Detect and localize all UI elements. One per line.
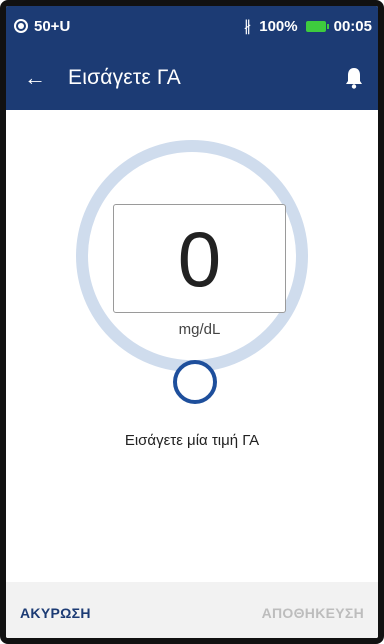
battery-icon (305, 20, 329, 32)
carrier-label: 50+U (34, 17, 71, 35)
bluetooth-icon: ∦ (243, 18, 252, 35)
status-bar: 50+U ∦ 100% 00:05 (6, 6, 378, 46)
cancel-button[interactable]: ΑΚΥΡΩΣΗ (20, 605, 91, 621)
dial-knob-handle[interactable] (173, 360, 217, 404)
bell-icon[interactable] (344, 67, 364, 89)
instruction-text: Εισάγετε μία τιμή ΓΑ (124, 432, 260, 449)
clock: 00:05 (333, 17, 372, 35)
main-content: 0 mg/dL Εισάγετε μία τιμή ΓΑ (6, 110, 378, 582)
back-arrow-icon[interactable]: ← (24, 65, 54, 91)
bg-value: 0 (177, 214, 222, 303)
device-frame: 50+U ∦ 100% 00:05 ← Εισάγετε ΓΑ 0 mg/dL … (0, 0, 384, 644)
page-title: Εισάγετε ΓΑ (68, 66, 181, 89)
save-button[interactable]: ΑΠΟΘΗΚΕΥΣΗ (262, 605, 364, 621)
status-left: 50+U (14, 18, 70, 35)
footer-bar: ΑΚΥΡΩΣΗ ΑΠΟΘΗΚΕΥΣΗ (6, 582, 378, 638)
bg-value-field[interactable]: 0 (113, 204, 286, 313)
status-right: ∦ 100% 00:05 (243, 17, 372, 36)
pod-status-icon (14, 19, 28, 33)
unit-label: mg/dL (178, 321, 221, 338)
battery-percent: 100% (259, 17, 298, 35)
app-bar: ← Εισάγετε ΓΑ (6, 46, 378, 110)
